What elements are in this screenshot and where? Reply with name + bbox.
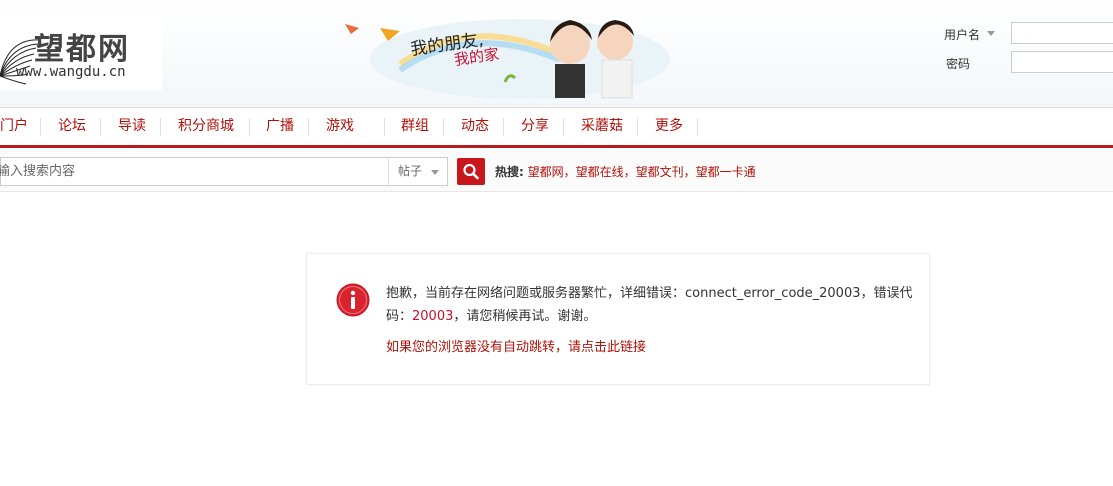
nav-divider	[563, 118, 564, 136]
nav-item-portal[interactable]: 门户	[0, 108, 28, 145]
username-field[interactable]	[1011, 22, 1113, 44]
hot-search-label: 热搜:	[495, 165, 524, 179]
nav-item-activity[interactable]: 动态	[461, 108, 489, 145]
password-field[interactable]	[1011, 51, 1113, 73]
banner-illustration	[345, 19, 670, 99]
nav-divider	[308, 118, 309, 136]
nav-divider	[40, 118, 41, 136]
chevron-down-icon	[431, 170, 439, 175]
nav-item-more[interactable]: 更多	[655, 108, 683, 145]
nav-item-games[interactable]: 游戏	[326, 108, 354, 145]
search-type-select[interactable]: 帖子	[388, 157, 448, 186]
error-message-text: 抱歉，当前存在网络问题或服务器繁忙，详细错误：connect_error_cod…	[386, 282, 916, 328]
nav-item-forum[interactable]: 论坛	[58, 108, 86, 145]
search-type-label: 帖子	[398, 164, 423, 178]
nav-divider	[160, 118, 161, 136]
username-label[interactable]: 用户名	[944, 26, 980, 43]
error-alert-icon	[336, 283, 370, 317]
chevron-down-icon[interactable]	[987, 31, 995, 36]
error-message-tail: ，请您稍候再试。谢谢。	[453, 309, 597, 324]
nav-divider	[249, 118, 250, 136]
redirect-link[interactable]: 如果您的浏览器没有自动跳转，请点击此链接	[386, 336, 646, 355]
nav-divider	[637, 118, 638, 136]
search-bar: 输入搜索内容 帖子 热搜: 望都网，望都在线，望都文刊，望都一卡通	[0, 151, 1113, 192]
nav-divider	[100, 118, 101, 136]
site-logo[interactable]: 望都网 www.wangdu.cn	[0, 12, 162, 90]
search-input[interactable]: 输入搜索内容	[0, 157, 390, 186]
nav-item-groups[interactable]: 群组	[401, 108, 429, 145]
error-code: 20003	[412, 309, 454, 324]
main-nav: 门户 论坛 导读 积分商城 广播 游戏 群组 动态 分享 采蘑菇 更多	[0, 108, 1113, 148]
nav-divider	[384, 118, 385, 136]
search-button[interactable]	[457, 158, 485, 185]
nav-divider	[697, 118, 698, 136]
logo-url: www.wangdu.cn	[16, 64, 126, 80]
hot-search-links[interactable]: 望都网，望都在线，望都文刊，望都一卡通	[528, 165, 756, 179]
nav-divider	[503, 118, 504, 136]
nav-item-share[interactable]: 分享	[521, 108, 549, 145]
logo-title: 望都网	[34, 32, 130, 67]
hot-search: 热搜: 望都网，望都在线，望都文刊，望都一卡通	[495, 163, 756, 180]
password-label: 密码	[946, 57, 971, 71]
nav-item-points-mall[interactable]: 积分商城	[178, 108, 234, 145]
nav-item-guide[interactable]: 导读	[118, 108, 146, 145]
nav-item-mushroom[interactable]: 采蘑菇	[581, 108, 623, 145]
nav-divider	[443, 118, 444, 136]
nav-item-broadcast[interactable]: 广播	[266, 108, 294, 145]
site-header: 望都网 www.wangdu.cn 我的朋友, 我的家 用户名 密码	[0, 0, 1113, 108]
search-icon	[463, 163, 479, 180]
